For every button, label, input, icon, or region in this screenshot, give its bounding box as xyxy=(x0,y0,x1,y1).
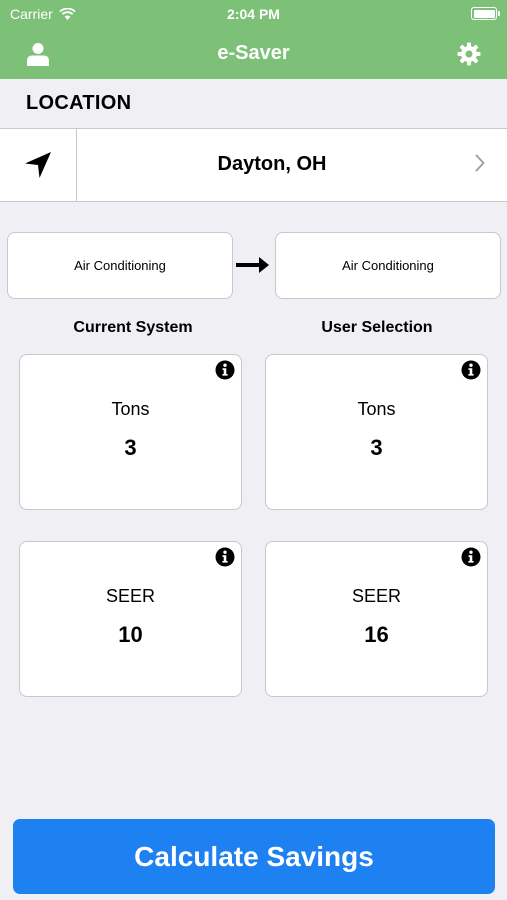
location-value: Dayton, OH xyxy=(217,153,327,175)
card-value: 3 xyxy=(124,435,137,460)
card-label: SEER xyxy=(351,586,402,606)
info-icon[interactable] xyxy=(461,360,481,380)
location-icon-cell[interactable] xyxy=(0,129,77,201)
info-icon[interactable] xyxy=(461,547,481,567)
app-title: e-Saver xyxy=(217,42,290,64)
settings-button[interactable] xyxy=(453,38,485,70)
location-arrow-icon xyxy=(25,152,51,178)
status-bar: Carrier 2:04 PM xyxy=(0,0,507,28)
card-label: SEER xyxy=(105,586,156,606)
user-selection-heading: User Selection xyxy=(321,319,433,336)
info-icon[interactable] xyxy=(215,547,235,567)
status-time: 2:04 PM xyxy=(227,6,280,22)
arrow-right-icon xyxy=(236,257,269,273)
info-icon[interactable] xyxy=(215,360,235,380)
current-tons-card[interactable]: Tons 3 xyxy=(19,354,242,510)
current-system-selector[interactable]: Air Conditioning xyxy=(7,232,233,299)
chevron-right-icon xyxy=(475,154,485,172)
card-label: Tons xyxy=(111,399,150,419)
current-seer-card[interactable]: SEER 10 xyxy=(19,541,242,697)
card-value: 3 xyxy=(370,435,383,460)
card-value: 10 xyxy=(118,622,143,647)
card-label: Tons xyxy=(357,399,396,419)
user-tons-card[interactable]: Tons 3 xyxy=(265,354,488,510)
navigation-bar: e-Saver xyxy=(0,28,507,79)
card-value: 16 xyxy=(364,622,389,647)
location-section-title: LOCATION xyxy=(26,92,132,114)
user-system-selector[interactable]: Air Conditioning xyxy=(275,232,501,299)
location-selector[interactable]: Dayton, OH xyxy=(0,128,507,202)
app-header: Carrier 2:04 PM e-Saver xyxy=(0,0,507,79)
calculate-savings-button[interactable]: Calculate Savings xyxy=(13,819,495,894)
current-system-label: Air Conditioning xyxy=(74,258,166,273)
user-seer-card[interactable]: SEER 16 xyxy=(265,541,488,697)
battery-icon xyxy=(471,7,500,20)
user-system-label: Air Conditioning xyxy=(342,258,434,273)
gear-icon xyxy=(457,42,481,66)
current-system-heading: Current System xyxy=(73,319,193,336)
